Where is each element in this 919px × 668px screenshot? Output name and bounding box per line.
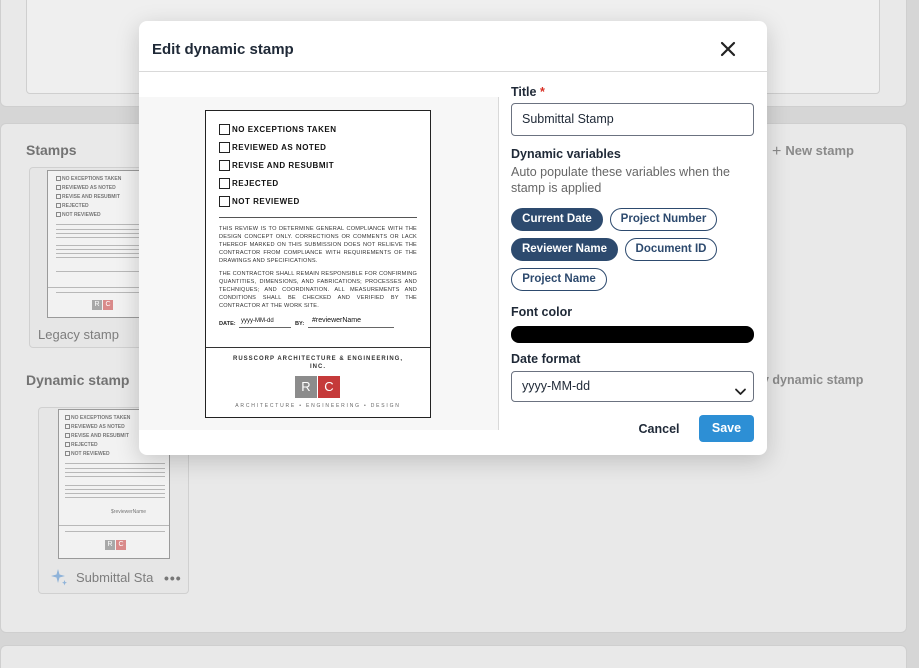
stamp-check-reviewed: REVIEWED AS NOTED — [219, 142, 419, 154]
stamp-check-label: REVISE AND RESUBMIT — [232, 161, 335, 170]
mini-line — [56, 253, 146, 254]
stamp-check-revise: REVISE AND RESUBMIT — [219, 160, 419, 172]
title-label: Title * — [511, 85, 545, 99]
mini-line — [65, 489, 165, 490]
mini-line — [65, 497, 165, 498]
checkbox-icon — [219, 160, 230, 171]
mini-line — [65, 531, 165, 532]
stamp-logo-r: R — [295, 376, 317, 398]
close-icon[interactable] — [717, 38, 739, 60]
new-dynamic-stamp-button[interactable]: y dynamic stamp — [762, 373, 863, 387]
chip-project-name[interactable]: Project Name — [511, 268, 607, 291]
mini-line — [59, 525, 169, 526]
stamp-divider — [206, 347, 430, 348]
stamp-paragraph-2: THE CONTRACTOR SHALL REMAIN RESPONSIBLE … — [219, 271, 417, 309]
required-marker: * — [539, 85, 545, 99]
mini-line — [56, 249, 146, 250]
more-horizontal-icon[interactable]: ••• — [164, 570, 182, 586]
chip-reviewer-name[interactable]: Reviewer Name — [511, 238, 618, 261]
stamp-date-underline — [239, 327, 291, 328]
stamp-check-label: REJECTED — [232, 179, 279, 188]
new-stamp-button[interactable]: + New stamp — [772, 143, 854, 161]
mini-line — [65, 468, 165, 469]
dynamic-variables-helper: Auto populate these variables when the s… — [511, 165, 730, 195]
checkbox-icon — [219, 178, 230, 189]
mini-line — [65, 485, 165, 486]
date-format-value: yyyy-MM-dd — [522, 379, 591, 393]
stamp-date-label: DATE: — [219, 321, 236, 327]
stamp-date-value: yyyy-MM-dd — [241, 318, 274, 324]
title-label-text: Title — [511, 85, 537, 99]
mini-line — [56, 233, 146, 234]
checkbox-icon — [219, 196, 230, 207]
plus-icon: + — [772, 143, 782, 160]
dynamic-variables-label: Dynamic variables — [511, 147, 621, 161]
sparkle-icon — [49, 567, 69, 587]
mini-logo-c: C — [116, 540, 126, 550]
mini-line — [56, 245, 146, 246]
title-input[interactable]: Submittal Stamp — [511, 103, 754, 136]
mini-line — [65, 493, 165, 494]
new-stamp-label: New stamp — [785, 143, 854, 158]
mini-logo: R — [92, 300, 102, 310]
mini-line — [65, 476, 165, 477]
checkbox-icon — [219, 142, 230, 153]
mini-line — [56, 237, 146, 238]
mini-line — [56, 271, 146, 272]
chevron-down-icon — [734, 380, 747, 395]
stamp-check-label: NOT REVIEWED — [232, 197, 300, 206]
stamp-by-label: BY: — [295, 321, 305, 327]
modal-header: Edit dynamic stamp — [139, 21, 767, 72]
stamp-preview: NO EXCEPTIONS TAKEN REVIEWED AS NOTED RE… — [205, 110, 431, 418]
mini-logo-c: C — [103, 300, 113, 310]
save-button[interactable]: Save — [699, 415, 754, 442]
stamp-company-name: RUSSCORP ARCHITECTURE & ENGINEERING, — [232, 356, 403, 362]
mini-line — [48, 287, 151, 288]
edit-stamp-modal: Edit dynamic stamp NO EXCEPTIONS TAKEN R… — [139, 21, 767, 455]
legacy-stamp-label: Legacy stamp — [38, 327, 119, 342]
font-color-swatch[interactable] — [511, 326, 754, 343]
mini-line — [56, 229, 146, 230]
mini-logo: R — [105, 540, 115, 550]
date-format-label: Date format — [511, 352, 581, 366]
checkbox-icon — [219, 124, 230, 135]
legacy-stamp-preview: NO EXCEPTIONS TAKEN REVIEWED AS NOTED RE… — [47, 170, 152, 318]
stamp-check-no-exceptions: NO EXCEPTIONS TAKEN — [219, 124, 419, 136]
stamps-section-title: Stamps — [26, 142, 77, 158]
stamp-by-value: #reviewerName — [312, 317, 362, 324]
dynamic-section-title: Dynamic stamp — [26, 372, 130, 388]
mini-line — [56, 292, 146, 293]
mini-line — [56, 224, 146, 225]
stamp-company-suffix: INC. — [310, 364, 326, 370]
stamp-check-rejected: REJECTED — [219, 178, 419, 190]
modal-title: Edit dynamic stamp — [152, 41, 294, 58]
cancel-button[interactable]: Cancel — [631, 418, 687, 440]
mini-line — [65, 472, 165, 473]
mini-line — [65, 463, 165, 464]
stamp-check-label: NO EXCEPTIONS TAKEN — [232, 125, 337, 134]
stamp-check-not-reviewed: NOT REVIEWED — [219, 196, 419, 208]
font-color-label: Font color — [511, 305, 573, 319]
stamp-logo-c: C — [318, 376, 340, 398]
date-format-select[interactable]: yyyy-MM-dd — [511, 371, 754, 402]
mini-reviewer: $reviewerName — [111, 509, 147, 515]
stamp-check-label: REVIEWED AS NOTED — [232, 143, 327, 152]
dynamic-stamp-label: Submittal Sta — [76, 570, 154, 585]
mini-line — [56, 257, 146, 258]
chip-document-id[interactable]: Document ID — [625, 238, 717, 261]
stamp-divider — [219, 217, 417, 218]
chip-project-number[interactable]: Project Number — [610, 208, 717, 231]
chip-current-date[interactable]: Current Date — [511, 208, 603, 231]
stamp-paragraph-1: THIS REVIEW IS TO DETERMINE GENERAL COMP… — [219, 226, 417, 264]
stamp-by-underline — [308, 327, 394, 328]
stamp-tagline: ARCHITECTURE • ENGINEERING • DESIGN — [235, 403, 401, 409]
bottom-card — [0, 645, 907, 668]
